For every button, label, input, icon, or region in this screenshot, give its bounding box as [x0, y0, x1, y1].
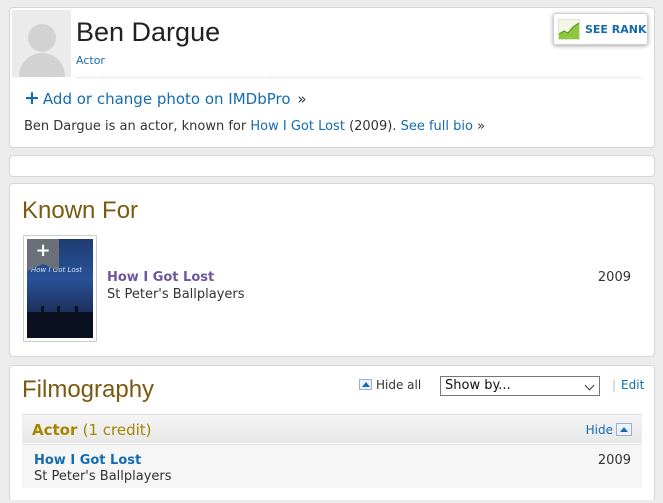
- filmography-title-link[interactable]: How I Got Lost: [34, 453, 141, 468]
- filmography-heading: Filmography: [22, 376, 155, 403]
- chevron-down-icon: [584, 380, 595, 391]
- filmography-section: Filmography Hide all Show by... | Edit Ac…: [9, 365, 655, 500]
- add-photo-label: Add or change photo on IMDbPro: [42, 90, 291, 108]
- filmography-row: How I Got Lost St Peter's Ballplayers 20…: [22, 444, 642, 488]
- bio-summary: Ben Dargue is an actor, known for How I …: [24, 119, 486, 134]
- hide-category-button[interactable]: Hide: [586, 423, 632, 437]
- divider: [76, 77, 642, 78]
- see-full-bio-link[interactable]: See full bio: [401, 119, 473, 134]
- see-rank-label: SEE RANK: [585, 23, 647, 36]
- person-name: Ben Dargue: [76, 17, 221, 47]
- bio-film-link[interactable]: How I Got Lost: [250, 119, 345, 134]
- add-photo-link[interactable]: + Add or change photo on IMDbPro »: [24, 87, 307, 109]
- collapse-triangle-icon: [359, 379, 372, 390]
- plus-icon: +: [24, 87, 40, 109]
- empty-panel: [9, 155, 655, 177]
- edit-link[interactable]: Edit: [621, 378, 644, 392]
- name-overview-card: Ben Dargue Actor SEE RANK + Add or change…: [9, 7, 655, 148]
- filmography-year: 2009: [597, 453, 631, 468]
- category-label: Actor (1 credit): [32, 421, 152, 439]
- known-for-heading: Known For: [22, 197, 139, 224]
- raquo-icon: »: [297, 90, 307, 108]
- show-by-select[interactable]: Show by...: [440, 376, 600, 396]
- hide-all-button[interactable]: Hide all: [359, 378, 421, 392]
- filmography-category-header[interactable]: Actor (1 credit) Hide: [22, 414, 642, 443]
- show-by-value: Show by...: [445, 378, 511, 393]
- hide-all-label: Hide all: [376, 378, 422, 392]
- known-for-title-link[interactable]: How I Got Lost: [107, 270, 214, 285]
- edit-area: | Edit: [612, 378, 644, 392]
- collapse-triangle-icon: [616, 423, 632, 436]
- separator: |: [612, 378, 617, 392]
- rank-chart-icon: [558, 19, 580, 40]
- hide-category-label: Hide: [585, 423, 613, 437]
- known-for-section: Known For How I Got Lost + How I Got Los…: [9, 183, 655, 357]
- filmography-character: St Peter's Ballplayers: [34, 469, 172, 484]
- job-category-link[interactable]: Actor: [76, 54, 105, 67]
- known-for-character: St Peter's Ballplayers: [107, 287, 245, 302]
- see-rank-button[interactable]: SEE RANK: [553, 13, 648, 45]
- avatar-placeholder-icon[interactable]: [12, 10, 71, 77]
- known-for-poster[interactable]: How I Got Lost +: [23, 235, 97, 342]
- credit-count: (1 credit): [82, 421, 152, 439]
- known-for-year: 2009: [597, 270, 631, 285]
